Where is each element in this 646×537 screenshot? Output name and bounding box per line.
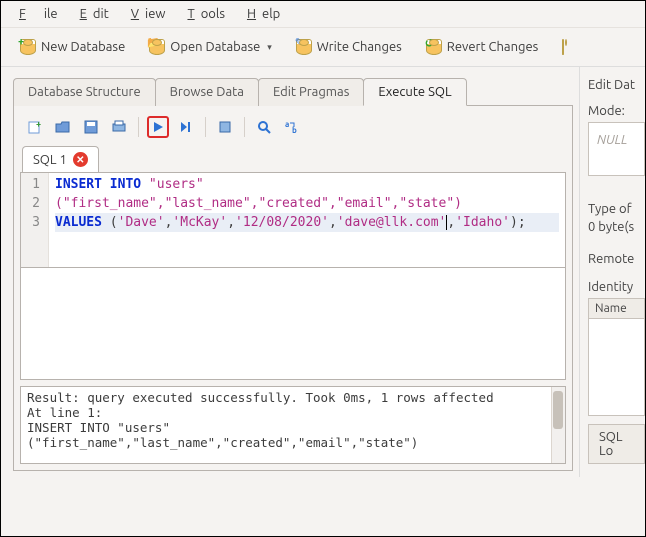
sql-file-tabs: SQL 1 ✕ <box>22 146 566 172</box>
main-toolbar: New Database 📂 Open Database ▾ Write Cha… <box>1 28 645 67</box>
log-output[interactable]: Result: query executed successfully. Too… <box>20 386 566 464</box>
new-sql-tab-button[interactable]: + <box>24 116 46 138</box>
database-write-icon <box>296 39 312 55</box>
database-new-icon <box>20 39 36 55</box>
open-database-label: Open Database <box>170 40 260 54</box>
name-column-header: Name <box>589 299 644 319</box>
menubar: File Edit View Tools Help <box>1 1 645 28</box>
new-database-button[interactable]: New Database <box>11 34 134 60</box>
database-revert-icon <box>426 39 442 55</box>
revert-changes-button[interactable]: Revert Changes <box>417 34 548 60</box>
execute-line-button[interactable] <box>175 116 197 138</box>
log-text: Result: query executed successfully. Too… <box>27 390 494 450</box>
menu-view[interactable]: View <box>119 5 172 23</box>
open-sql-button[interactable] <box>52 116 74 138</box>
save-sql-button[interactable] <box>80 116 102 138</box>
identity-label: Identity <box>588 280 645 294</box>
remote-title: Remote <box>588 252 645 266</box>
edit-data-title: Edit Dat <box>588 78 645 92</box>
sql-tab-label: SQL 1 <box>33 153 67 167</box>
database-extra-icon <box>562 39 564 55</box>
extra-button[interactable] <box>553 34 573 60</box>
new-database-label: New Database <box>41 40 125 54</box>
svg-text:a: a <box>285 120 289 129</box>
tab-browse-data[interactable]: Browse Data <box>155 78 259 106</box>
database-open-icon: 📂 <box>149 39 165 55</box>
main-tabs: Database Structure Browse Data Edit Prag… <box>13 77 573 106</box>
code-area[interactable]: INSERT INTO "users"("first_name","last_n… <box>49 173 565 267</box>
menu-tools[interactable]: Tools <box>175 5 231 23</box>
find-replace-button[interactable]: ab <box>281 116 303 138</box>
revert-changes-label: Revert Changes <box>447 40 539 54</box>
log-scrollbar[interactable] <box>551 387 565 463</box>
menu-file[interactable]: File <box>7 5 64 23</box>
right-sidebar: Edit Dat Mode: NULL Type of 0 byte(s Rem… <box>579 66 645 477</box>
sql-toolbar: + <box>20 114 566 144</box>
sql-log-button[interactable]: SQL Lo <box>588 424 645 464</box>
cell-editor[interactable]: NULL <box>588 122 645 176</box>
print-button[interactable] <box>108 116 130 138</box>
execute-sql-panel: + <box>13 106 573 471</box>
svg-text:+: + <box>36 119 41 129</box>
open-database-button[interactable]: 📂 Open Database ▾ <box>140 34 281 60</box>
results-grid <box>20 268 566 380</box>
line-gutter: 1 2 3 <box>21 173 49 267</box>
sql-tab-1[interactable]: SQL 1 ✕ <box>22 146 99 172</box>
menu-edit[interactable]: Edit <box>68 5 115 23</box>
tab-execute-sql[interactable]: Execute SQL <box>363 78 466 106</box>
identity-list[interactable]: Name <box>588 298 645 416</box>
menu-help[interactable]: Help <box>235 5 286 23</box>
sql-editor[interactable]: 1 2 3 INSERT INTO "users"("first_name","… <box>20 172 566 268</box>
tab-edit-pragmas[interactable]: Edit Pragmas <box>258 78 364 106</box>
close-tab-icon[interactable]: ✕ <box>73 152 88 167</box>
write-changes-label: Write Changes <box>317 40 402 54</box>
write-changes-button[interactable]: Write Changes <box>287 34 411 60</box>
svg-text:b: b <box>292 126 297 135</box>
dropdown-arrow-icon[interactable]: ▾ <box>267 42 272 53</box>
size-label: 0 byte(s <box>588 220 645 234</box>
mode-label: Mode: <box>588 104 645 118</box>
save-results-button[interactable] <box>214 116 236 138</box>
execute-button[interactable] <box>147 116 169 138</box>
find-button[interactable] <box>253 116 275 138</box>
tab-database-structure[interactable]: Database Structure <box>13 78 156 106</box>
type-label: Type of <box>588 202 645 216</box>
